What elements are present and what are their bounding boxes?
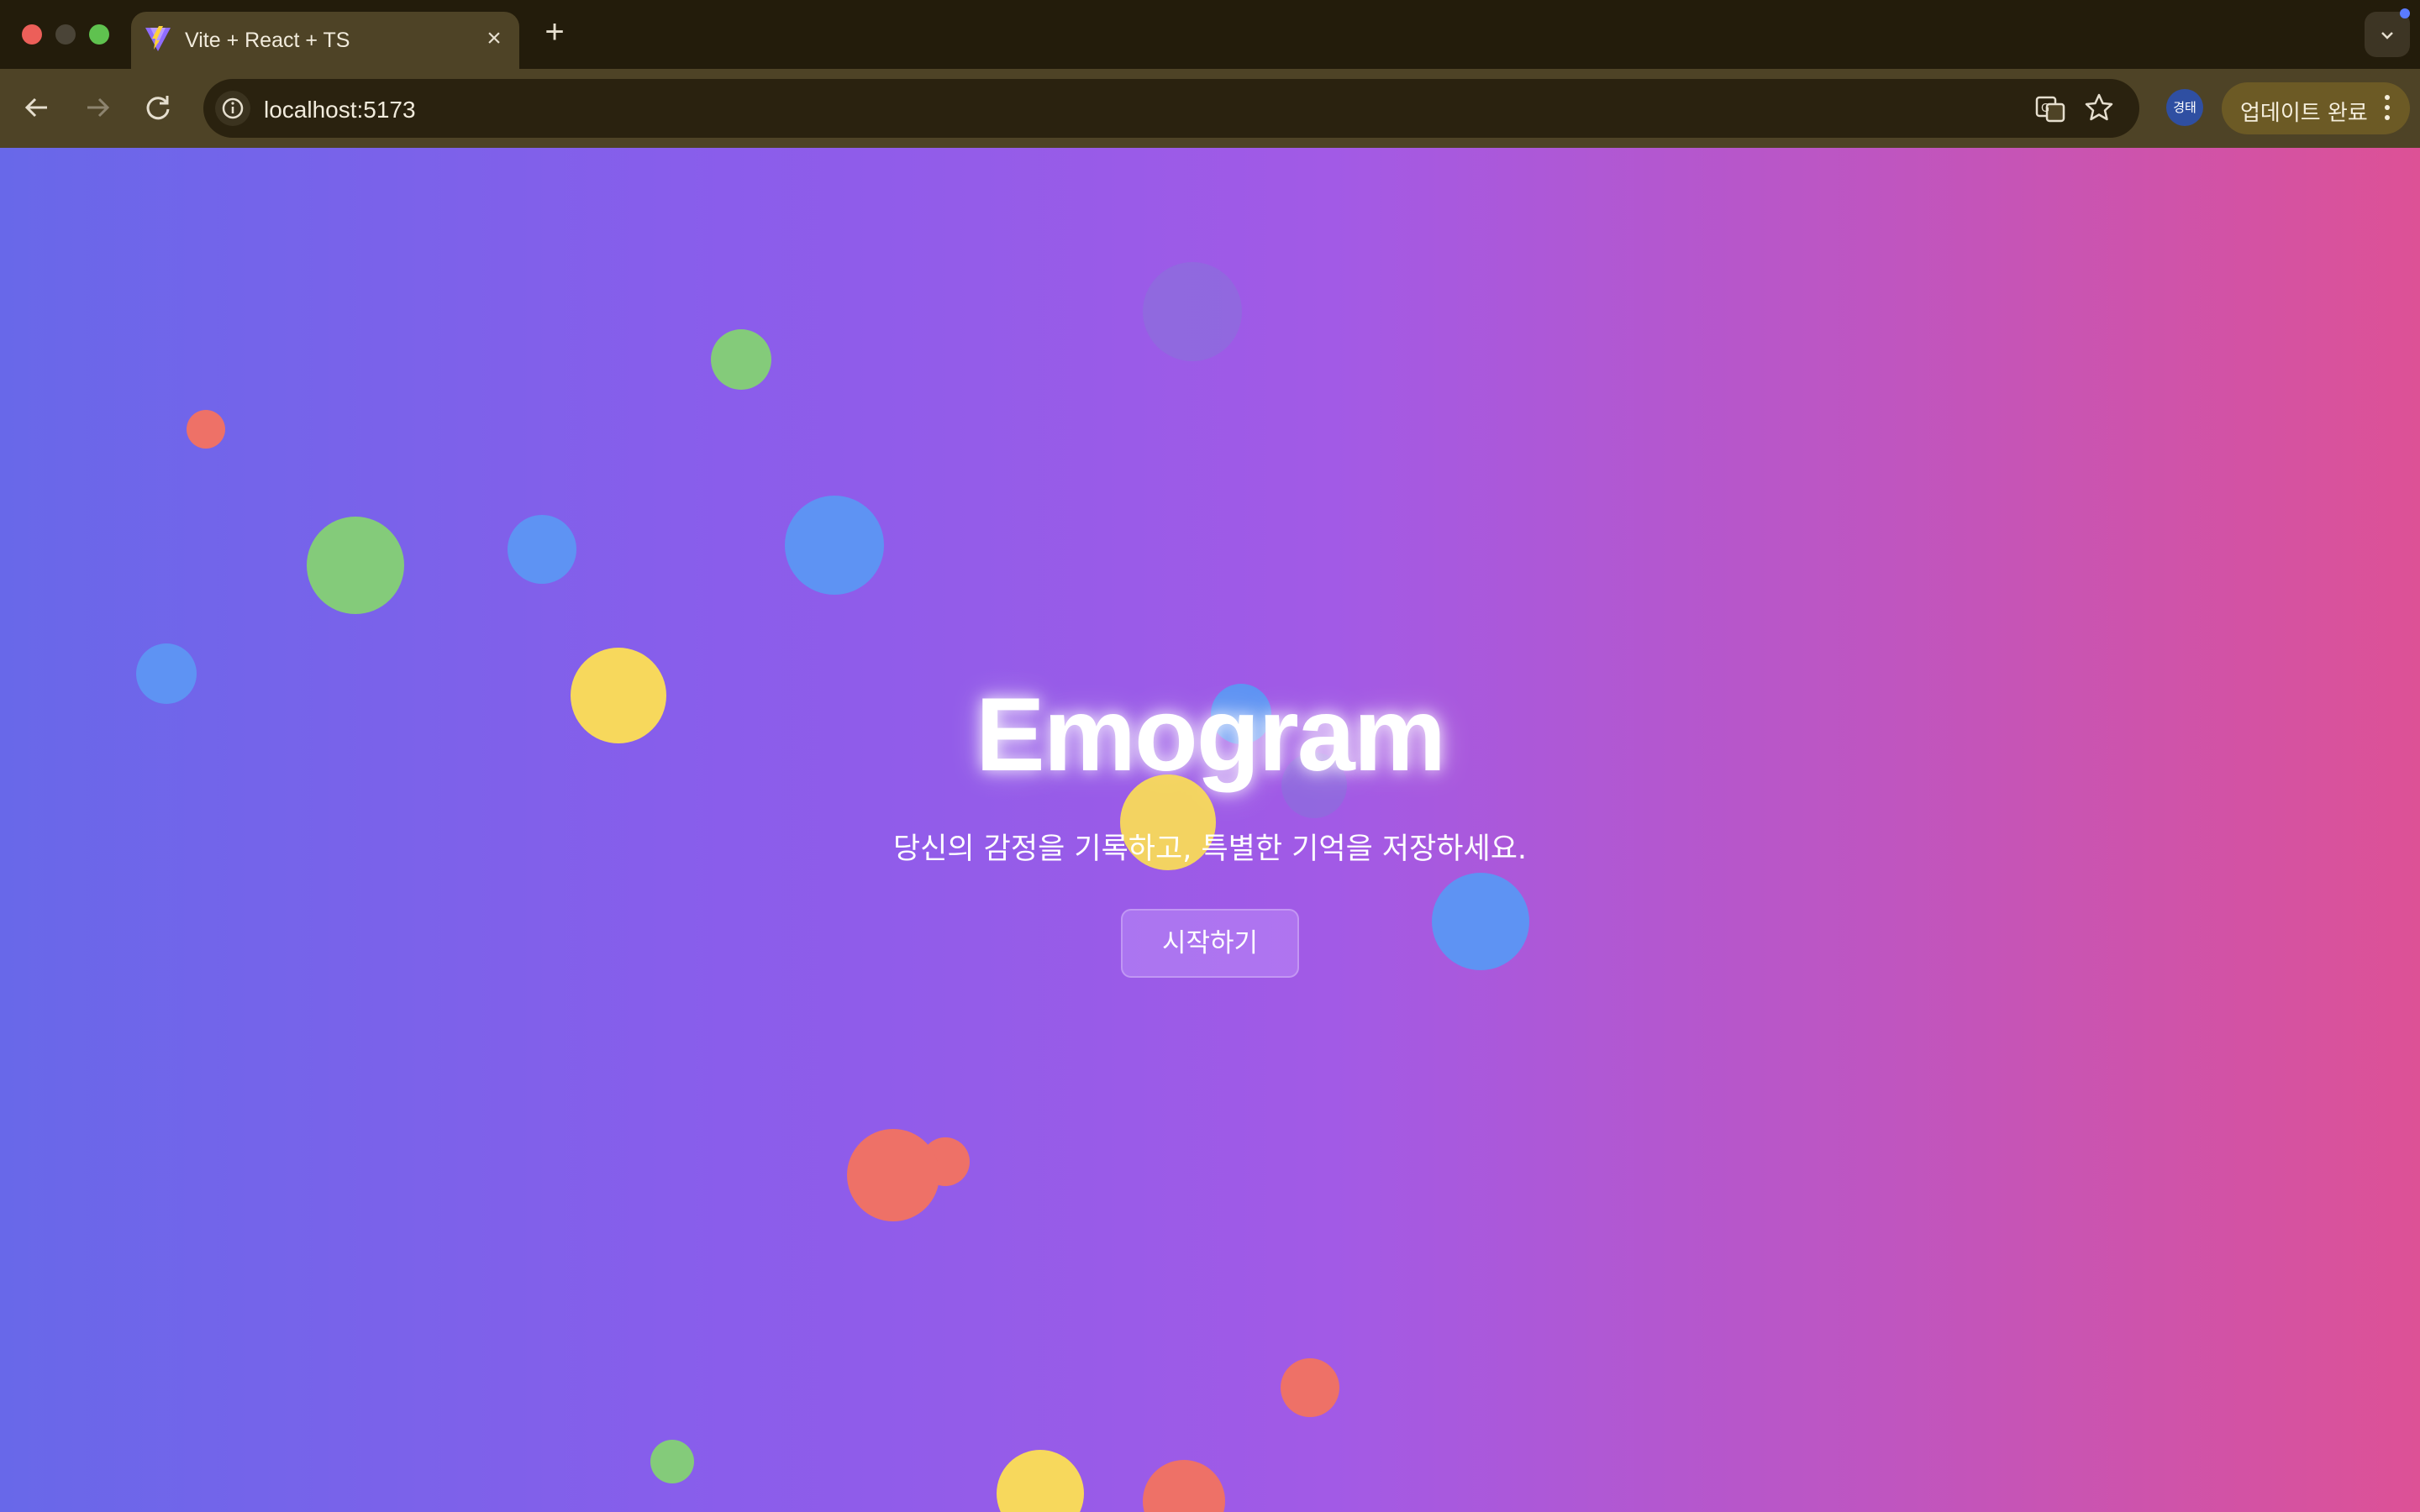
minimize-window-button[interactable]: [55, 24, 76, 45]
floating-bubble: [785, 496, 884, 595]
maximize-window-button[interactable]: [89, 24, 109, 45]
arrow-right-icon: [87, 97, 110, 118]
page-viewport: Emogram 당신의 감정을 기록하고, 특별한 기억을 저장하세요. 시작하…: [0, 148, 2420, 1512]
more-menu-icon: [2385, 95, 2390, 125]
floating-bubble: [847, 1129, 939, 1221]
floating-bubble: [711, 329, 771, 390]
plus-icon[interactable]: +: [538, 15, 571, 49]
chevron-down-icon: [2381, 32, 2393, 39]
browser-toolbar: localhost:5173 G 경태 업데이트 완료: [0, 69, 2420, 148]
update-button-label: 업데이트 완료: [2240, 101, 2368, 126]
reload-icon: [146, 96, 170, 120]
floating-bubble: [307, 517, 404, 614]
site-info-button[interactable]: [215, 91, 250, 126]
notification-dot: [2400, 8, 2410, 18]
floating-bubble: [1281, 1358, 1339, 1417]
arrow-left-icon: [24, 97, 47, 118]
floating-bubble: [997, 1450, 1084, 1512]
forward-button[interactable]: [77, 87, 118, 128]
reload-button[interactable]: [138, 87, 178, 128]
url-text: localhost:5173: [264, 97, 416, 123]
close-window-button[interactable]: [22, 24, 42, 45]
address-bar[interactable]: localhost:5173 G: [203, 79, 2139, 138]
start-button[interactable]: 시작하기: [1121, 909, 1299, 978]
page-subtitle: 당신의 감정을 기록하고, 특별한 기억을 저장하세요.: [892, 832, 1528, 866]
vite-logo-icon: [145, 26, 171, 51]
back-button[interactable]: [17, 87, 57, 128]
svg-text:G: G: [2041, 102, 2049, 115]
floating-bubble: [650, 1440, 694, 1483]
tab-title: Vite + React + TS: [185, 29, 350, 52]
page-title: Emogram: [976, 677, 1446, 793]
floating-bubble: [508, 515, 576, 584]
floating-bubble: [1143, 262, 1242, 361]
floating-bubble: [1432, 873, 1529, 970]
profile-avatar[interactable]: 경태: [2166, 89, 2203, 126]
star-icon[interactable]: [2082, 91, 2116, 124]
floating-bubble: [187, 410, 225, 449]
tab-bar: Vite + React + TS × +: [0, 0, 2420, 69]
translate-icon[interactable]: G: [2033, 92, 2067, 126]
floating-bubble: [1143, 1460, 1225, 1512]
close-icon[interactable]: ×: [481, 25, 508, 52]
info-icon: [222, 97, 244, 119]
browser-tab[interactable]: Vite + React + TS ×: [131, 12, 519, 69]
tab-search-button[interactable]: [2365, 12, 2410, 57]
update-button[interactable]: 업데이트 완료: [2222, 82, 2410, 134]
